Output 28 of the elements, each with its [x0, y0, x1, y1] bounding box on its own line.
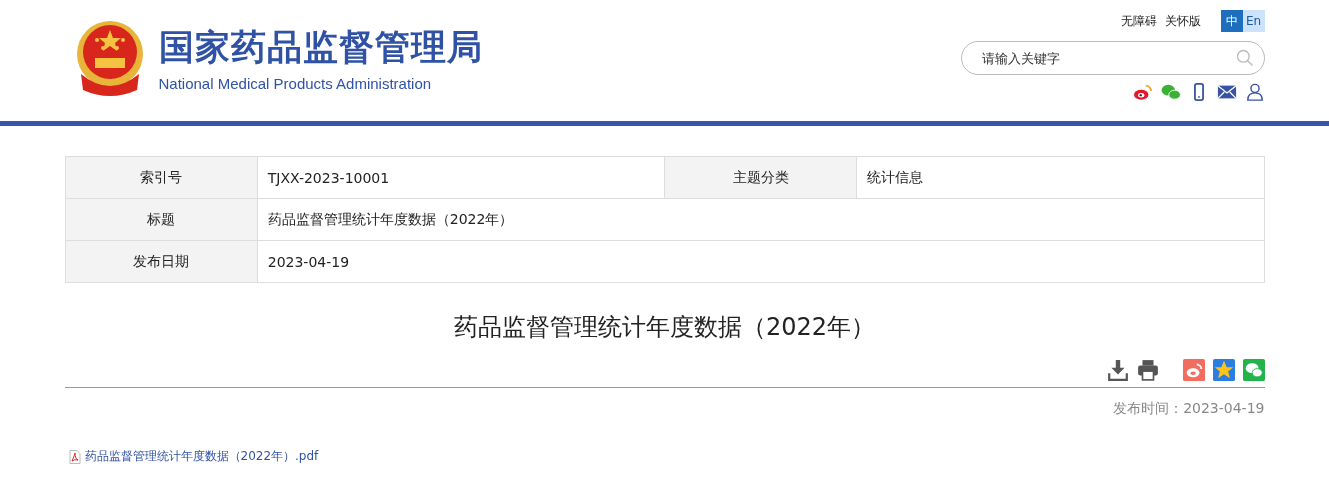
- pdf-icon: [68, 449, 81, 464]
- table-cell: 2023-04-19: [257, 240, 1264, 283]
- wechat-icon[interactable]: [1160, 83, 1181, 101]
- site-subtitle: National Medical Products Administration: [158, 74, 433, 92]
- user-icon[interactable]: [1244, 83, 1265, 101]
- weibo-share-icon[interactable]: [1182, 359, 1205, 381]
- header-link[interactable]: 无障碍: [1120, 12, 1157, 30]
- table-cell: 统计信息: [856, 156, 1264, 199]
- table-cell: TJXX-2023-10001: [257, 156, 665, 199]
- attachment-link[interactable]: 药品监督管理统计年度数据（2022年）.pdf: [84, 448, 319, 465]
- table-label: 索引号: [65, 156, 258, 199]
- weibo-icon[interactable]: [1132, 83, 1153, 101]
- table-label: 发布日期: [65, 240, 258, 283]
- search-field[interactable]: 请输入关键字: [960, 41, 1265, 75]
- header-link[interactable]: 关怀版: [1164, 12, 1201, 30]
- table-cell: 药品监督管理统计年度数据（2022年）: [257, 198, 1264, 241]
- article-title: 药品监督管理统计年度数据（2022年）: [452, 312, 877, 343]
- mail-icon[interactable]: [1216, 83, 1237, 101]
- star-share-icon[interactable]: [1212, 359, 1235, 381]
- print-icon[interactable]: [1136, 359, 1159, 381]
- site-title: 国家药品监督管理局: [158, 25, 483, 69]
- language-tab[interactable]: 中: [1220, 10, 1243, 32]
- download-icon[interactable]: [1106, 359, 1129, 381]
- table-label: 标题: [65, 198, 258, 241]
- language-tab[interactable]: En: [1242, 10, 1265, 32]
- publish-date: 发布时间：2023-04-19: [1112, 400, 1265, 418]
- wechat-share-icon[interactable]: [1242, 359, 1265, 381]
- table-label: 主题分类: [664, 156, 857, 199]
